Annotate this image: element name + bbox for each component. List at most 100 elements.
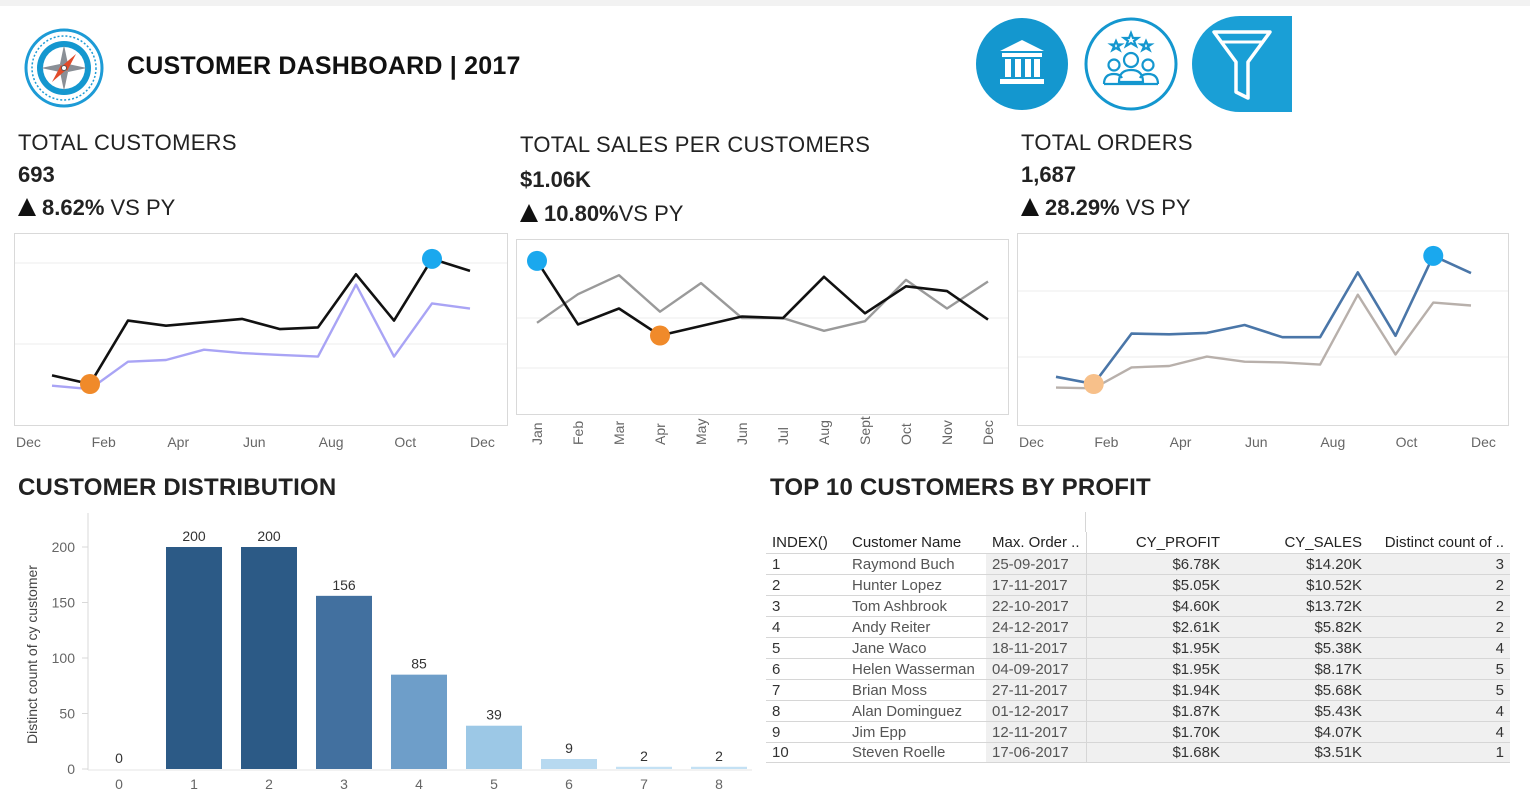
cell-customer-name: Raymond Buch	[852, 555, 955, 573]
x-tick-label: Sept	[857, 416, 873, 445]
cell-cy-sales: $13.72K	[1226, 596, 1368, 616]
col-header-max-order[interactable]: Max. Order ..	[986, 532, 1086, 553]
distribution-bar-chart[interactable]: 0 50 100 150 200 0 0 200 1 200 2 156 3 85 4 39 5 9 6 2 7 2 8	[0, 0, 760, 802]
cell-max-order: 01-12-2017	[986, 701, 1086, 721]
cell-customer-name: Jim Epp	[852, 723, 907, 741]
table-row[interactable]: 9 Jim Epp 12-11-2017 $1.70K $4.07K 4	[766, 721, 1510, 742]
x-tick-label: 2	[265, 776, 273, 792]
table-row[interactable]: 3 Tom Ashbrook 22-10-2017 $4.60K $13.72K 2	[766, 595, 1510, 616]
table-body: 1 Raymond Buch 25-09-2017 $6.78K $14.20K 3 2 Hu…	[766, 553, 1510, 763]
cell-max-order: 04-09-2017	[986, 659, 1086, 679]
cell-index: 7	[772, 681, 781, 699]
x-tick-label: 4	[415, 776, 423, 792]
x-tick-label: 3	[340, 776, 348, 792]
table-header-row: INDEX() Customer Name Max. Order .. CY_P…	[766, 532, 1510, 553]
cell-max-order: 17-11-2017	[986, 575, 1086, 595]
cell-cy-sales: $5.43K	[1226, 701, 1368, 721]
col-header-cy-profit[interactable]: CY_PROFIT	[1086, 532, 1226, 553]
col-header-customer-name[interactable]: Customer Name	[846, 534, 986, 551]
cell-cy-profit: $1.95K	[1086, 659, 1226, 679]
cell-cy-sales: $4.07K	[1226, 722, 1368, 742]
top10-table: INDEX() Customer Name Max. Order .. CY_P…	[766, 532, 1510, 763]
cell-distinct-count: 4	[1368, 701, 1510, 721]
cell-distinct-count: 1	[1368, 743, 1510, 762]
cell-max-order: 22-10-2017	[986, 596, 1086, 616]
table-row[interactable]: 5 Jane Waco 18-11-2017 $1.95K $5.38K 4	[766, 637, 1510, 658]
bar-value-label: 2	[640, 748, 648, 764]
col-header-index[interactable]: INDEX()	[766, 534, 846, 551]
y-tick-label: 50	[59, 706, 75, 722]
cell-customer-name: Brian Moss	[852, 681, 928, 699]
distribution-bar[interactable]	[166, 547, 222, 769]
cell-distinct-count: 4	[1368, 722, 1510, 742]
cell-cy-profit: $1.87K	[1086, 701, 1226, 721]
cell-index: 5	[772, 639, 781, 657]
cell-cy-profit: $2.61K	[1086, 617, 1226, 637]
cell-cy-sales: $10.52K	[1226, 575, 1368, 595]
x-tick-label: Oct	[1395, 434, 1418, 450]
distribution-bar[interactable]	[391, 674, 447, 769]
x-tick-label: Oct	[898, 423, 914, 445]
cell-index: 9	[772, 723, 781, 741]
y-tick-label: 100	[52, 650, 76, 666]
x-tick-label: Dec	[1471, 434, 1496, 450]
cell-cy-sales: $5.68K	[1226, 680, 1368, 700]
cell-index: 8	[772, 702, 781, 720]
table-row[interactable]: 2 Hunter Lopez 17-11-2017 $5.05K $10.52K 2	[766, 574, 1510, 595]
cell-cy-profit: $6.78K	[1086, 554, 1226, 574]
y-tick-label: 150	[52, 595, 76, 611]
table-row[interactable]: 7 Brian Moss 27-11-2017 $1.94K $5.68K 5	[766, 679, 1510, 700]
cell-distinct-count: 4	[1368, 638, 1510, 658]
cell-distinct-count: 2	[1368, 575, 1510, 595]
cell-cy-profit: $4.60K	[1086, 596, 1226, 616]
cell-index: 4	[772, 618, 781, 636]
cell-max-order: 25-09-2017	[986, 554, 1086, 574]
x-tick-label: 0	[115, 776, 123, 792]
max-point-marker[interactable]	[1423, 245, 1444, 266]
y-tick-label: 0	[67, 761, 75, 777]
x-tick-label: Dec	[1019, 434, 1044, 450]
cell-index: 1	[772, 555, 781, 573]
cell-customer-name: Hunter Lopez	[852, 576, 943, 594]
cell-distinct-count: 5	[1368, 659, 1510, 679]
x-tick-label: 7	[640, 776, 648, 792]
cell-index: 2	[772, 576, 781, 594]
x-tick-label: Dec	[980, 420, 996, 445]
distribution-bar[interactable]	[541, 759, 597, 769]
table-row[interactable]: 6 Helen Wasserman 04-09-2017 $1.95K $8.17K 5	[766, 658, 1510, 679]
table-row[interactable]: 8 Alan Dominguez 01-12-2017 $1.87K $5.43K 4	[766, 700, 1510, 721]
table-row[interactable]: 10 Steven Roelle 17-06-2017 $1.68K $3.51K 1	[766, 742, 1510, 763]
bar-value-label: 156	[332, 577, 356, 593]
x-tick-label: 1	[190, 776, 198, 792]
bar-value-label: 0	[115, 750, 123, 766]
distribution-bar[interactable]	[316, 595, 372, 769]
cell-distinct-count: 2	[1368, 596, 1510, 616]
col-header-cy-sales[interactable]: CY_SALES	[1226, 532, 1368, 553]
cell-distinct-count: 5	[1368, 680, 1510, 700]
cell-cy-sales: $5.82K	[1226, 617, 1368, 637]
distribution-bar[interactable]	[616, 766, 672, 769]
bar-value-label: 85	[411, 656, 427, 672]
x-tick-label: 8	[715, 776, 723, 792]
cell-max-order: 18-11-2017	[986, 638, 1086, 658]
cell-distinct-count: 3	[1368, 554, 1510, 574]
bar-value-label: 200	[182, 528, 206, 544]
cell-max-order: 17-06-2017	[986, 743, 1086, 762]
cell-cy-profit: $1.94K	[1086, 680, 1226, 700]
x-tick-label: 5	[490, 776, 498, 792]
table-header-divider	[1085, 512, 1086, 532]
table-row[interactable]: 1 Raymond Buch 25-09-2017 $6.78K $14.20K 3	[766, 553, 1510, 574]
table-row[interactable]: 4 Andy Reiter 24-12-2017 $2.61K $5.82K 2	[766, 616, 1510, 637]
col-header-distinct-count[interactable]: Distinct count of ..	[1368, 532, 1510, 553]
min-point-marker[interactable]	[1083, 374, 1104, 394]
distribution-bar[interactable]	[691, 766, 747, 769]
distribution-bar[interactable]	[241, 547, 297, 769]
cell-index: 3	[772, 597, 781, 615]
cell-cy-sales: $5.38K	[1226, 638, 1368, 658]
cell-customer-name: Tom Ashbrook	[852, 597, 948, 615]
cell-max-order: 24-12-2017	[986, 617, 1086, 637]
x-tick-label: Aug	[816, 420, 832, 445]
distribution-bar[interactable]	[466, 725, 522, 769]
series-line-current-year[interactable]	[1055, 254, 1472, 386]
x-tick-label: Nov	[939, 420, 955, 445]
